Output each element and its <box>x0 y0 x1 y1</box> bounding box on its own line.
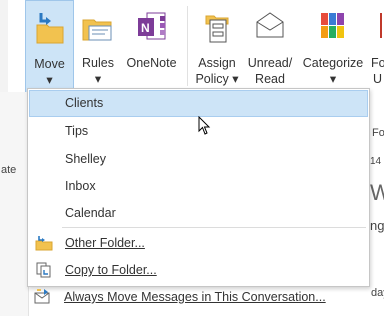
assign-policy-button[interactable]: Assign Policy ▾ <box>192 0 242 92</box>
menu-item-clients[interactable]: Clients <box>29 90 368 117</box>
menu-item-calendar[interactable]: Calendar <box>29 200 368 227</box>
categorize-label: Categorize <box>302 56 364 70</box>
menu-item-label: Shelley <box>65 152 106 166</box>
assign-label: Assign <box>198 56 236 70</box>
move-folder-icon <box>35 11 65 50</box>
rules-label: Rules <box>82 56 114 70</box>
rules-button[interactable]: Rules ▾ <box>78 0 118 92</box>
categorize-caret: ▾ <box>329 72 337 86</box>
ribbon-left-edge <box>0 0 8 92</box>
categorize-icon <box>318 10 348 47</box>
menu-item-label: Inbox <box>65 179 96 193</box>
onenote-label: OneNote <box>126 56 177 70</box>
menu-item-inbox[interactable]: Inbox <box>29 173 368 200</box>
assign-policy-label: Policy ▾ <box>195 72 239 86</box>
menu-item-label: Calendar <box>65 206 116 220</box>
always-move-icon <box>34 289 52 305</box>
assign-policy-icon <box>202 10 232 49</box>
menu-separator <box>62 227 366 228</box>
menu-item-label: Other Folder... <box>65 236 145 250</box>
flag-icon <box>379 10 384 45</box>
background-w-text: W <box>370 180 384 205</box>
svg-text:N: N <box>141 21 150 35</box>
background-day-text: day <box>371 287 384 299</box>
menu-item-label: Tips <box>65 124 89 138</box>
background-14-text: 14 <box>370 156 382 167</box>
unread-label: Unread/ <box>247 56 293 70</box>
move-button[interactable]: Move ▾ <box>25 0 74 92</box>
menu-item-copy-to-folder[interactable]: Copy to Folder... <box>29 257 368 284</box>
menu-item-label: Copy to Folder... <box>65 263 157 277</box>
follow-label-2: U <box>373 72 383 86</box>
background-ng-text: ng <box>370 218 384 233</box>
menu-item-label: Always Move Messages in This Conversatio… <box>64 290 326 304</box>
envelope-icon <box>254 10 286 45</box>
menu-item-label: Clients <box>65 96 104 110</box>
move-label: Move <box>34 57 65 71</box>
menu-item-other-folder[interactable]: Other Folder... <box>29 230 368 257</box>
onenote-button[interactable]: N OneNote <box>121 0 182 92</box>
move-folder-icon <box>35 235 53 251</box>
read-label: Read <box>255 72 285 86</box>
categorize-button[interactable]: Categorize ▾ <box>298 0 368 92</box>
rules-icon <box>81 10 115 49</box>
mouse-cursor-icon <box>198 115 212 141</box>
move-caret: ▾ <box>46 73 53 87</box>
unread-read-button[interactable]: Unread/ Read <box>244 0 296 92</box>
rules-caret: ▾ <box>94 72 102 86</box>
copy-to-folder-icon <box>35 262 53 278</box>
left-pane <box>0 92 29 316</box>
background-left-text: ate <box>1 164 17 176</box>
ribbon-separator <box>187 6 188 86</box>
menu-item-always-move[interactable]: Always Move Messages in This Conversatio… <box>28 284 368 311</box>
follow-label: Fo <box>371 56 384 70</box>
ribbon: Move ▾ Rules ▾ N OneNote Assign Policy ▾… <box>0 0 384 93</box>
background-fo-text: Fo <box>372 127 384 139</box>
follow-up-button[interactable]: Fo U <box>369 0 384 92</box>
menu-item-shelley[interactable]: Shelley <box>29 146 368 173</box>
onenote-icon: N <box>135 10 169 49</box>
